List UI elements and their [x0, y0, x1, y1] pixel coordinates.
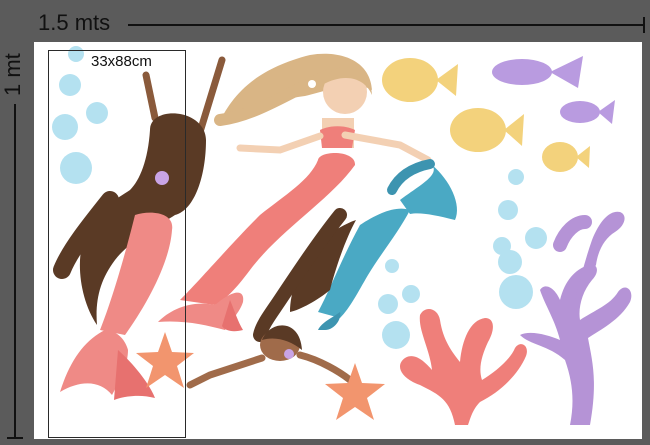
fish-purple-large [492, 56, 583, 88]
fish-yellow-middle [450, 108, 524, 152]
fish-yellow-top [382, 58, 458, 102]
fish-purple-small [560, 100, 615, 124]
crop-frame [48, 50, 186, 438]
crop-size-label: 33x88cm [91, 53, 152, 70]
bubbles-right [378, 169, 547, 349]
pink-coral [400, 308, 527, 425]
fish-yellow-small [542, 142, 590, 172]
